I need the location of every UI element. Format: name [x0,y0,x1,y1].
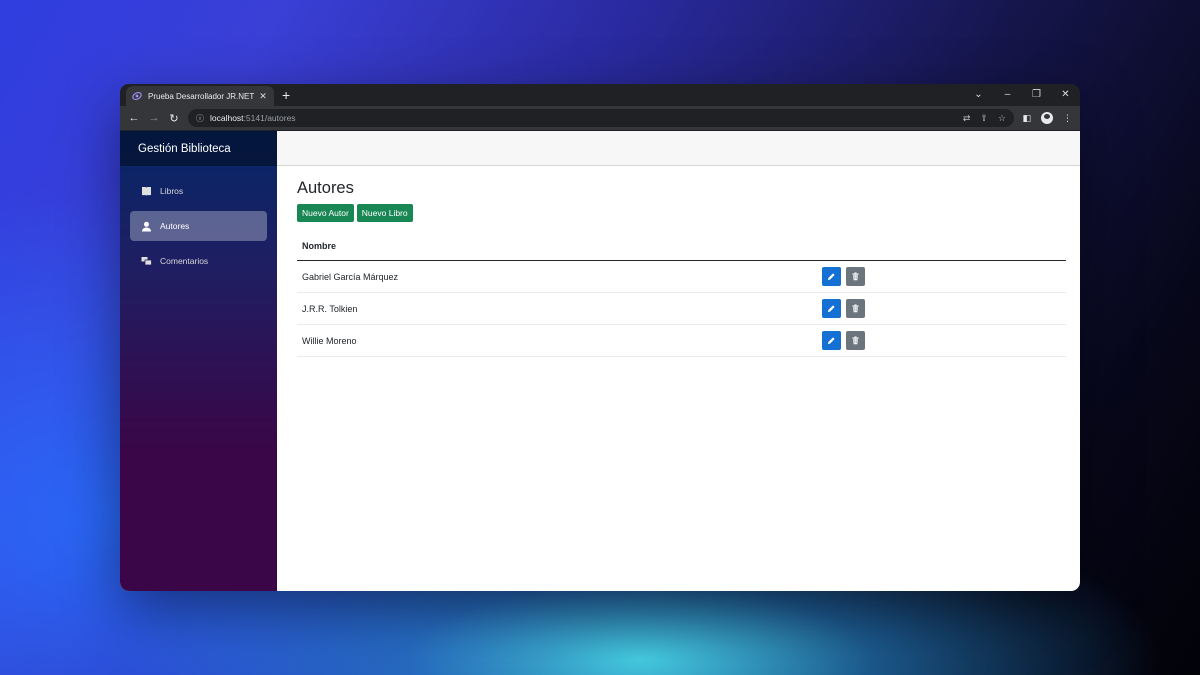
sidebar-item-autores[interactable]: Autores [130,211,267,241]
delete-button[interactable] [846,267,865,286]
author-name-cell: J.R.R. Tolkien [297,292,822,325]
row-actions [822,260,1066,293]
app-brand[interactable]: Gestión Biblioteca [120,131,277,166]
tab-search-icon[interactable]: ⌄ [964,89,993,100]
blazor-logo-icon [132,91,142,101]
browser-toolbar: ← → ↻ ⓘ localhost:5141/autores ⇄ ⇪ ☆ ◧ ⋮ [120,106,1080,130]
new-book-button[interactable]: Nuevo Libro [356,204,413,222]
sidebar-item-label: Comentarios [160,256,209,266]
page-title: Autores [297,179,354,197]
row-actions [822,292,1066,325]
window-controls: ⌄ – ❐ ✕ [964,84,1080,104]
person-icon [140,220,152,232]
pencil-icon [828,305,835,312]
browser-window: Prueba Desarrollador JR.NET ✕ + ⌄ – ❐ ✕ … [120,84,1080,591]
web-page: Gestión Biblioteca Libros Autores Coment… [120,131,1080,591]
url-path: :5141/autores [243,113,296,123]
table-row: Gabriel García Márquez [297,260,1066,293]
translate-icon[interactable]: ⇄ [963,113,971,124]
table-row: J.R.R. Tolkien [297,292,1066,325]
address-bar[interactable]: ⓘ localhost:5141/autores ⇄ ⇪ ☆ [188,109,1014,127]
tab-close-icon[interactable]: ✕ [258,91,268,102]
column-header-nombre: Nombre [297,232,822,261]
table-header-row: Nombre [297,232,1066,261]
column-header-actions [822,232,1066,261]
authors-table: Nombre Gabriel García Márquez J.R.R. Tol… [297,232,1066,357]
author-name-cell: Gabriel García Márquez [297,260,822,293]
share-icon[interactable]: ⇪ [980,113,988,124]
new-tab-button[interactable]: + [282,87,290,103]
delete-button[interactable] [846,331,865,350]
delete-button[interactable] [846,299,865,318]
minimize-button[interactable]: – [993,89,1022,100]
row-actions [822,324,1066,357]
side-panel-icon[interactable]: ◧ [1022,113,1031,124]
trash-icon [852,272,859,281]
sidebar-item-libros[interactable]: Libros [130,176,267,206]
close-window-button[interactable]: ✕ [1051,89,1080,100]
book-icon [140,185,152,197]
sidebar-item-comentarios[interactable]: Comentarios [130,246,267,276]
bookmark-star-icon[interactable]: ☆ [998,113,1006,124]
action-buttons: Nuevo Autor Nuevo Libro [297,204,1066,222]
new-author-button[interactable]: Nuevo Autor [297,204,354,222]
sidebar: Gestión Biblioteca Libros Autores Coment… [120,131,277,591]
comments-icon [140,255,152,267]
tab-title: Prueba Desarrollador JR.NET [148,91,255,101]
browser-tab[interactable]: Prueba Desarrollador JR.NET ✕ [126,86,274,106]
top-row [277,131,1080,166]
sidebar-nav: Libros Autores Comentarios [120,166,277,276]
more-menu-icon[interactable]: ⋮ [1063,113,1072,124]
trash-icon [852,304,859,313]
url-host: localhost [210,113,244,123]
reload-icon[interactable]: ↻ [164,112,184,125]
forward-arrow-icon[interactable]: → [144,112,164,124]
restore-button[interactable]: ❐ [1022,89,1051,100]
author-name-cell: Willie Moreno [297,324,822,357]
sidebar-item-label: Autores [160,221,190,231]
tab-strip: Prueba Desarrollador JR.NET ✕ + ⌄ – ❐ ✕ [120,84,1080,106]
edit-button[interactable] [822,267,841,286]
site-info-icon[interactable]: ⓘ [196,113,204,124]
trash-icon [852,336,859,345]
edit-button[interactable] [822,299,841,318]
pencil-icon [828,273,835,280]
sidebar-item-label: Libros [160,186,184,196]
pencil-icon [828,337,835,344]
profile-avatar-icon[interactable] [1041,112,1053,124]
main-content: Autores Nuevo Autor Nuevo Libro Nombre G… [277,131,1080,591]
edit-button[interactable] [822,331,841,350]
table-row: Willie Moreno [297,324,1066,357]
back-arrow-icon[interactable]: ← [124,112,144,124]
